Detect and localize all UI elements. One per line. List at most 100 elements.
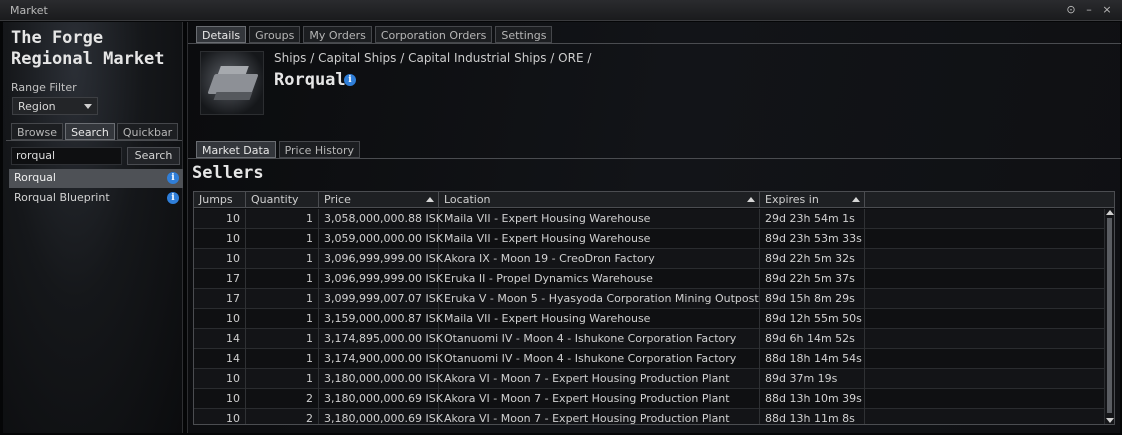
window-options-icon[interactable]: ⊙ xyxy=(1066,3,1076,17)
market-data-tabs: Market Data Price History xyxy=(196,141,361,158)
column-header-expires[interactable]: Expires in xyxy=(760,192,865,208)
section-title: Sellers xyxy=(192,163,264,183)
tab-market-data[interactable]: Market Data xyxy=(196,141,276,158)
info-icon[interactable]: i xyxy=(167,192,179,204)
table-row[interactable]: 10 1 3,058,000,000.88 ISK Maila VII - Exper… xyxy=(194,209,1104,229)
scroll-down-icon[interactable] xyxy=(1106,418,1114,423)
cell-expires: 89d 22h 5m 32s xyxy=(760,249,865,269)
cell-location: Otanuomi IV - Moon 4 - Ishukone Corporat… xyxy=(439,349,760,369)
sellers-table: Jumps Quantity Price Location Expires in… xyxy=(193,191,1115,425)
tab-corporation-orders[interactable]: Corporation Orders xyxy=(374,26,493,43)
tab-quickbar[interactable]: Quickbar xyxy=(116,123,179,140)
divider xyxy=(188,158,1121,159)
cell-quantity: 1 xyxy=(246,369,319,389)
cell-expires: 89d 15h 8m 29s xyxy=(760,289,865,309)
chevron-down-icon xyxy=(84,104,92,109)
tab-price-history[interactable]: Price History xyxy=(278,141,361,158)
details-tabs: Details Groups My Orders Corporation Ord… xyxy=(196,26,553,43)
cell-price: 3,058,000,000.88 ISK xyxy=(319,209,443,229)
column-header-quantity[interactable]: Quantity xyxy=(246,192,319,208)
search-result-item[interactable]: Rorqual Blueprint i xyxy=(9,189,183,208)
search-result-label: Rorqual xyxy=(14,171,56,184)
table-row[interactable]: 17 1 3,096,999,999.00 ISK Eruka II - Propel… xyxy=(194,269,1104,289)
tab-groups[interactable]: Groups xyxy=(249,26,301,43)
range-filter-label: Range Filter xyxy=(11,81,77,94)
cell-price: 3,174,895,000.00 ISK xyxy=(319,329,443,349)
info-icon[interactable]: i xyxy=(344,74,356,86)
cell-price: 3,174,900,000.00 ISK xyxy=(319,349,443,369)
minimize-icon[interactable]: – xyxy=(1084,3,1094,17)
search-result-label: Rorqual Blueprint xyxy=(14,191,110,204)
ship-thumbnail[interactable] xyxy=(200,51,264,115)
cell-expires: 89d 37m 19s xyxy=(760,369,865,389)
cell-quantity: 1 xyxy=(246,229,319,249)
table-row[interactable]: 14 1 3,174,895,000.00 ISK Otanuomi IV - Moo… xyxy=(194,329,1104,349)
table-row[interactable]: 10 1 3,159,000,000.87 ISK Maila VII - Exper… xyxy=(194,309,1104,329)
search-button[interactable]: Search xyxy=(127,147,180,165)
cell-price: 3,096,999,999.00 ISK xyxy=(319,249,443,269)
range-filter-select[interactable]: Region xyxy=(12,97,98,115)
cell-quantity: 1 xyxy=(246,269,319,289)
cell-jumps: 10 xyxy=(194,409,246,424)
cell-price: 3,159,000,000.87 ISK xyxy=(319,309,443,329)
cell-quantity: 2 xyxy=(246,409,319,424)
cell-location: Akora IX - Moon 19 - CreoDron Factory xyxy=(439,249,760,269)
divider xyxy=(6,140,182,141)
scrollbar-thumb[interactable] xyxy=(1107,218,1112,413)
cell-location: Akora VI - Moon 7 - Expert Housing Produ… xyxy=(439,409,760,424)
cell-price: 3,180,000,000.69 ISK xyxy=(319,409,443,424)
range-filter-value: Region xyxy=(18,100,56,113)
column-header-label: Location xyxy=(444,193,491,206)
cell-jumps: 10 xyxy=(194,249,246,269)
cell-expires: 89d 22h 5m 37s xyxy=(760,269,865,289)
cell-price: 3,059,000,000.00 ISK xyxy=(319,229,443,249)
item-name: Rorqual xyxy=(274,70,346,90)
table-row[interactable]: 10 1 3,059,000,000.00 ISK Maila VII - Exper… xyxy=(194,229,1104,249)
tab-my-orders[interactable]: My Orders xyxy=(303,26,372,43)
table-row[interactable]: 10 1 3,180,000,000.00 ISK Akora VI - Moon 7… xyxy=(194,369,1104,389)
cell-jumps: 14 xyxy=(194,329,246,349)
cell-quantity: 2 xyxy=(246,389,319,409)
info-icon[interactable]: i xyxy=(167,172,179,184)
column-header-price[interactable]: Price xyxy=(319,192,439,208)
cell-expires: 88d 13h 10m 39s xyxy=(760,389,865,409)
divider xyxy=(188,43,1121,44)
market-details-panel: Details Groups My Orders Corporation Ord… xyxy=(187,22,1121,433)
cell-location: Akora VI - Moon 7 - Expert Housing Produ… xyxy=(439,389,760,409)
window-controls: ⊙ – × xyxy=(1066,3,1112,17)
scrollbar[interactable] xyxy=(1104,209,1114,424)
column-header-location[interactable]: Location xyxy=(439,192,760,208)
cell-expires: 89d 23h 53m 33s xyxy=(760,229,865,249)
tab-search[interactable]: Search xyxy=(65,123,115,140)
cell-jumps: 10 xyxy=(194,369,246,389)
cell-quantity: 1 xyxy=(246,329,319,349)
table-row[interactable]: 10 2 3,180,000,000.69 ISK Akora VI - Moon 7… xyxy=(194,389,1104,409)
cell-expires: 89d 6h 14m 52s xyxy=(760,329,865,349)
tab-browse[interactable]: Browse xyxy=(11,123,64,140)
table-body: 10 1 3,058,000,000.88 ISK Maila VII - Exper… xyxy=(194,209,1104,424)
tab-details[interactable]: Details xyxy=(196,26,247,43)
tab-settings[interactable]: Settings xyxy=(495,26,553,43)
table-row[interactable]: 10 1 3,096,999,999.00 ISK Akora IX - Moon 1… xyxy=(194,249,1104,269)
cell-jumps: 10 xyxy=(194,209,246,229)
table-row[interactable]: 14 1 3,174,900,000.00 ISK Otanuomi IV - Moo… xyxy=(194,349,1104,369)
cell-jumps: 10 xyxy=(194,229,246,249)
cell-expires: 88d 13h 11m 8s xyxy=(760,409,865,424)
close-icon[interactable]: × xyxy=(1102,3,1112,17)
cell-price: 3,099,999,007.07 ISK xyxy=(319,289,443,309)
window-titlebar[interactable]: Market ⊙ – × xyxy=(0,0,1122,21)
search-result-item[interactable]: Rorqual i xyxy=(9,169,183,188)
table-row[interactable]: 10 2 3,180,000,000.69 ISK Akora VI - Moon 7… xyxy=(194,409,1104,424)
table-row[interactable]: 17 1 3,099,999,007.07 ISK Eruka V - Moon 5 … xyxy=(194,289,1104,309)
cell-quantity: 1 xyxy=(246,249,319,269)
cell-expires: 29d 23h 54m 1s xyxy=(760,209,865,229)
column-header-label: Expires in xyxy=(765,193,819,206)
breadcrumb[interactable]: Ships / Capital Ships / Capital Industri… xyxy=(274,51,591,65)
left-tabs: Browse Search Quickbar xyxy=(11,123,179,140)
scroll-up-icon[interactable] xyxy=(1106,210,1114,215)
cell-quantity: 1 xyxy=(246,289,319,309)
cell-expires: 88d 18h 14m 54s xyxy=(760,349,865,369)
search-input[interactable]: rorqual xyxy=(11,147,122,165)
column-header-jumps[interactable]: Jumps xyxy=(194,192,246,208)
market-left-panel: The Forge Regional Market Range Filter R… xyxy=(3,22,183,433)
